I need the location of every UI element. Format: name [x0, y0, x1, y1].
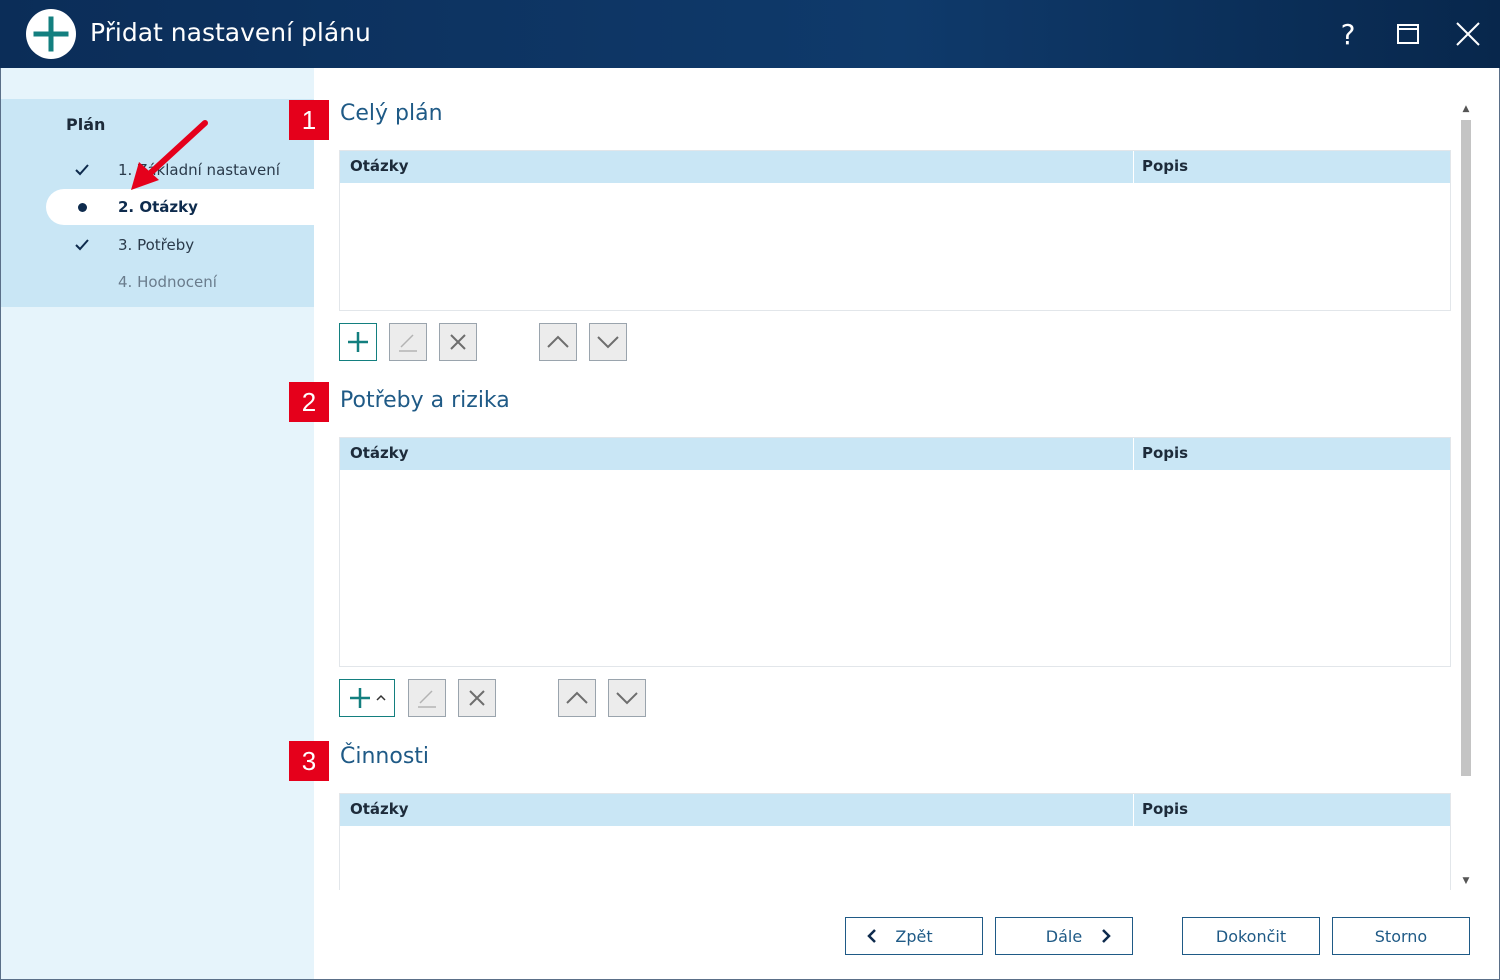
- column-header-questions[interactable]: Otázky: [350, 157, 409, 175]
- wizard-heading: Plán: [66, 115, 106, 134]
- delete-button[interactable]: [439, 323, 477, 361]
- x-icon: [450, 334, 466, 350]
- x-icon: [469, 690, 485, 706]
- current-step-dot-icon: [77, 202, 87, 212]
- move-up-button[interactable]: [539, 323, 577, 361]
- next-label: Dále: [1045, 926, 1083, 946]
- close-icon: [1456, 22, 1480, 46]
- chevron-down-icon: [597, 336, 619, 349]
- table-header: Otázky Popis: [340, 151, 1450, 183]
- annotation-arrow-icon: [131, 120, 208, 190]
- scrollbar-thumb[interactable]: [1461, 120, 1471, 776]
- plus-circle-icon: [26, 9, 76, 59]
- section-title-needs-risks: Potřeby a rizika: [340, 388, 510, 413]
- cancel-button[interactable]: Storno: [1332, 917, 1470, 955]
- column-header-questions[interactable]: Otázky: [350, 444, 409, 462]
- step-evaluation: 4. Hodnocení: [46, 264, 314, 300]
- back-label: Zpět: [895, 926, 933, 946]
- step-label: 3. Potřeby: [118, 236, 195, 254]
- edit-button[interactable]: [389, 323, 427, 361]
- step-needs[interactable]: 3. Potřeby: [46, 227, 314, 263]
- delete-button[interactable]: [458, 679, 496, 717]
- callout-3: 3: [289, 741, 329, 781]
- pencil-icon: [399, 334, 417, 352]
- add-dropdown-button[interactable]: [339, 679, 395, 717]
- next-button[interactable]: Dále: [995, 917, 1133, 955]
- vertical-scrollbar[interactable]: ▲ ▼: [1457, 100, 1475, 890]
- chevron-up-icon: [566, 691, 588, 704]
- maximize-icon: [1397, 24, 1419, 44]
- chevron-right-icon: [1102, 929, 1111, 943]
- help-button[interactable]: ?: [1326, 12, 1370, 56]
- chevron-up-icon: [547, 335, 569, 348]
- move-down-button[interactable]: [589, 323, 627, 361]
- check-icon: [75, 239, 89, 251]
- window-title: Přidat nastavení plánu: [90, 18, 371, 47]
- scroll-down-icon[interactable]: ▼: [1457, 872, 1475, 890]
- close-button[interactable]: [1446, 12, 1490, 56]
- whole-plan-table[interactable]: Otázky Popis: [339, 150, 1451, 311]
- column-header-description[interactable]: Popis: [1142, 444, 1188, 462]
- chevron-up-small-icon: [376, 694, 386, 701]
- callout-2: 2: [289, 382, 329, 422]
- plus-icon: [350, 688, 370, 708]
- section-title-activities: Činnosti: [340, 744, 430, 769]
- chevron-down-icon: [616, 692, 638, 705]
- step-label: 2. Otázky: [118, 198, 198, 216]
- back-button[interactable]: Zpět: [845, 917, 983, 955]
- pencil-icon: [418, 690, 436, 708]
- table-header: Otázky Popis: [340, 438, 1450, 470]
- scroll-up-icon[interactable]: ▲: [1457, 100, 1475, 118]
- move-up-button[interactable]: [558, 679, 596, 717]
- edit-button[interactable]: [408, 679, 446, 717]
- activities-table[interactable]: Otázky Popis: [339, 793, 1451, 890]
- column-header-description[interactable]: Popis: [1142, 800, 1188, 818]
- cancel-label: Storno: [1374, 926, 1428, 946]
- section-title-whole-plan: Celý plán: [340, 101, 443, 126]
- column-header-questions[interactable]: Otázky: [350, 800, 409, 818]
- plus-icon: [348, 332, 368, 352]
- add-button[interactable]: [339, 323, 377, 361]
- callout-1: 1: [289, 100, 329, 140]
- table-header: Otázky Popis: [340, 794, 1450, 826]
- title-bar: Přidat nastavení plánu ?: [0, 0, 1500, 68]
- step-label: 4. Hodnocení: [118, 273, 217, 291]
- column-header-description[interactable]: Popis: [1142, 157, 1188, 175]
- needs-risks-table[interactable]: Otázky Popis: [339, 437, 1451, 667]
- maximize-button[interactable]: [1386, 12, 1430, 56]
- move-down-button[interactable]: [608, 679, 646, 717]
- chevron-left-icon: [867, 929, 876, 943]
- check-icon: [75, 164, 89, 176]
- help-icon: ?: [1340, 17, 1356, 51]
- finish-label: Dokončit: [1215, 926, 1287, 946]
- finish-button[interactable]: Dokončit: [1182, 917, 1320, 955]
